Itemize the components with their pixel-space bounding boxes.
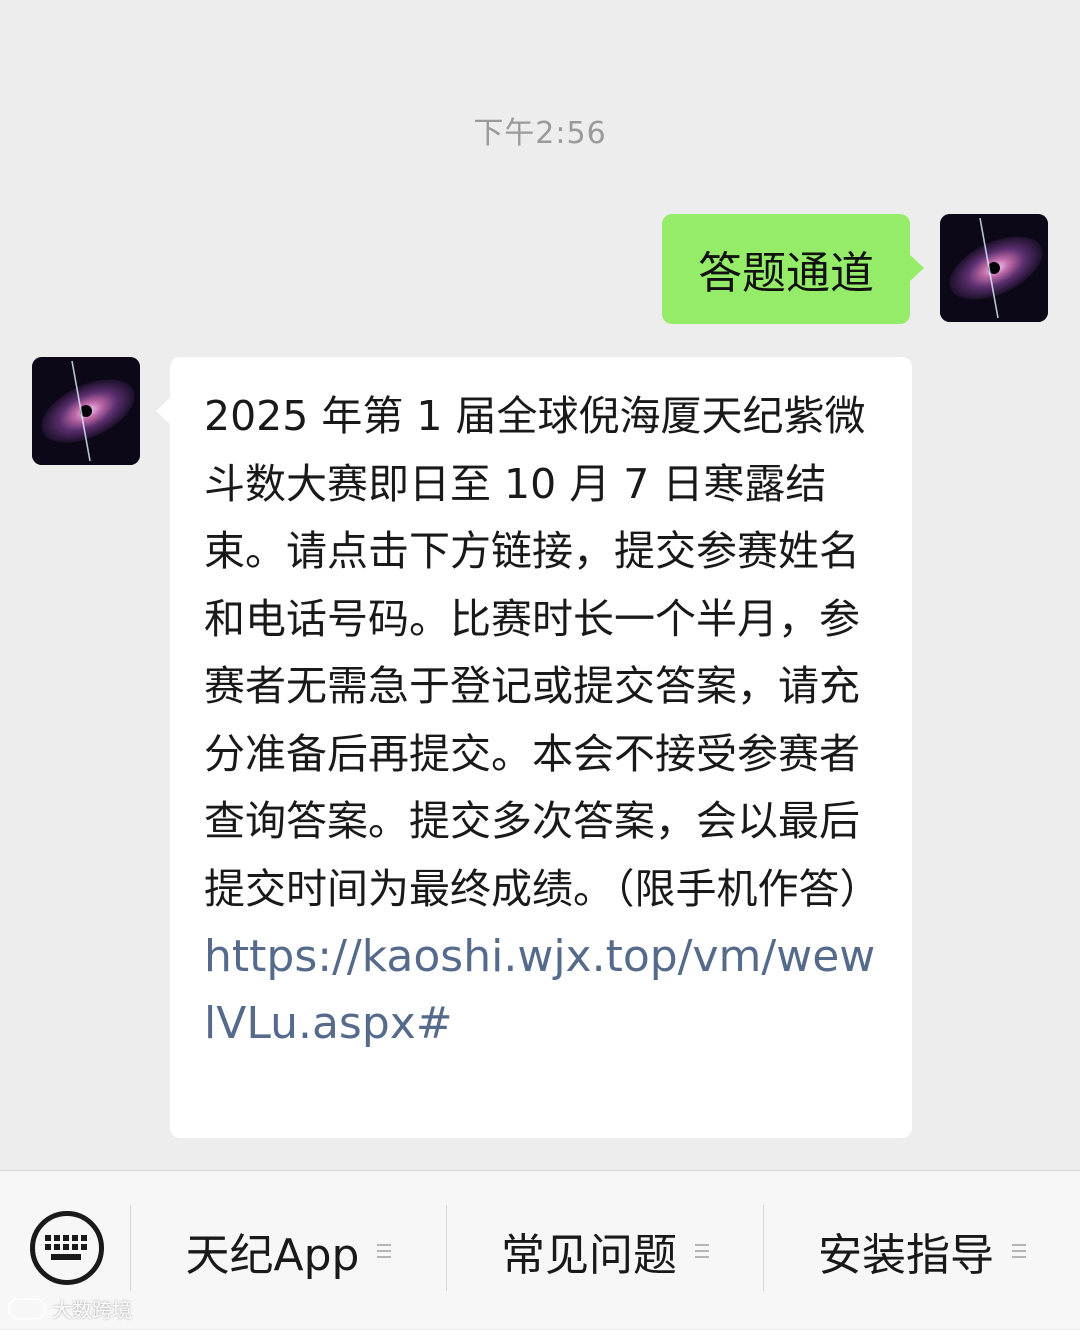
galaxy-avatar-icon bbox=[32, 357, 140, 465]
menu-lines-icon bbox=[695, 1243, 709, 1258]
menu-item-label: 安装指导 bbox=[818, 1229, 994, 1281]
sent-message-text: 答题通道 bbox=[698, 248, 874, 299]
menu-item-tianji-app[interactable]: 天纪App bbox=[131, 1171, 446, 1330]
avatar[interactable] bbox=[32, 357, 140, 465]
sent-message-bubble[interactable]: 答题通道 bbox=[662, 214, 924, 324]
menu-lines-icon bbox=[1012, 1243, 1026, 1258]
watermark: 大数跨境 bbox=[8, 1294, 132, 1323]
keyboard-icon bbox=[45, 1235, 87, 1260]
galaxy-avatar-icon bbox=[940, 214, 1048, 322]
menu-item-label: 常见问题 bbox=[501, 1229, 677, 1281]
watermark-logo-icon bbox=[8, 1297, 46, 1320]
chat-area: 下午2:56 答题通道 2025 年第 1 届全球倪海厦天纪紫微斗数大赛即日至 … bbox=[0, 0, 1080, 1170]
avatar[interactable] bbox=[940, 214, 1048, 322]
message-timestamp: 下午2:56 bbox=[473, 116, 607, 151]
received-message-text: 2025 年第 1 届全球倪海厦天纪紫微斗数大赛即日至 10 月 7 日寒露结束… bbox=[204, 392, 881, 913]
bottom-menu-bar: 天纪App 常见问题 安装指导 bbox=[0, 1170, 1080, 1329]
message-link[interactable]: https://kaoshi.wjx.top/vm/wewlVLu.aspx# bbox=[204, 923, 882, 1057]
menu-lines-icon bbox=[377, 1243, 392, 1258]
menu-item-install-guide[interactable]: 安装指导 bbox=[764, 1171, 1080, 1330]
menu-item-label: 天纪App bbox=[185, 1229, 360, 1281]
watermark-text: 大数跨境 bbox=[52, 1298, 132, 1322]
keyboard-toggle-button[interactable] bbox=[30, 1211, 104, 1285]
received-message-bubble[interactable]: 2025 年第 1 届全球倪海厦天纪紫微斗数大赛即日至 10 月 7 日寒露结束… bbox=[156, 357, 912, 1138]
menu-item-faq[interactable]: 常见问题 bbox=[447, 1171, 763, 1330]
